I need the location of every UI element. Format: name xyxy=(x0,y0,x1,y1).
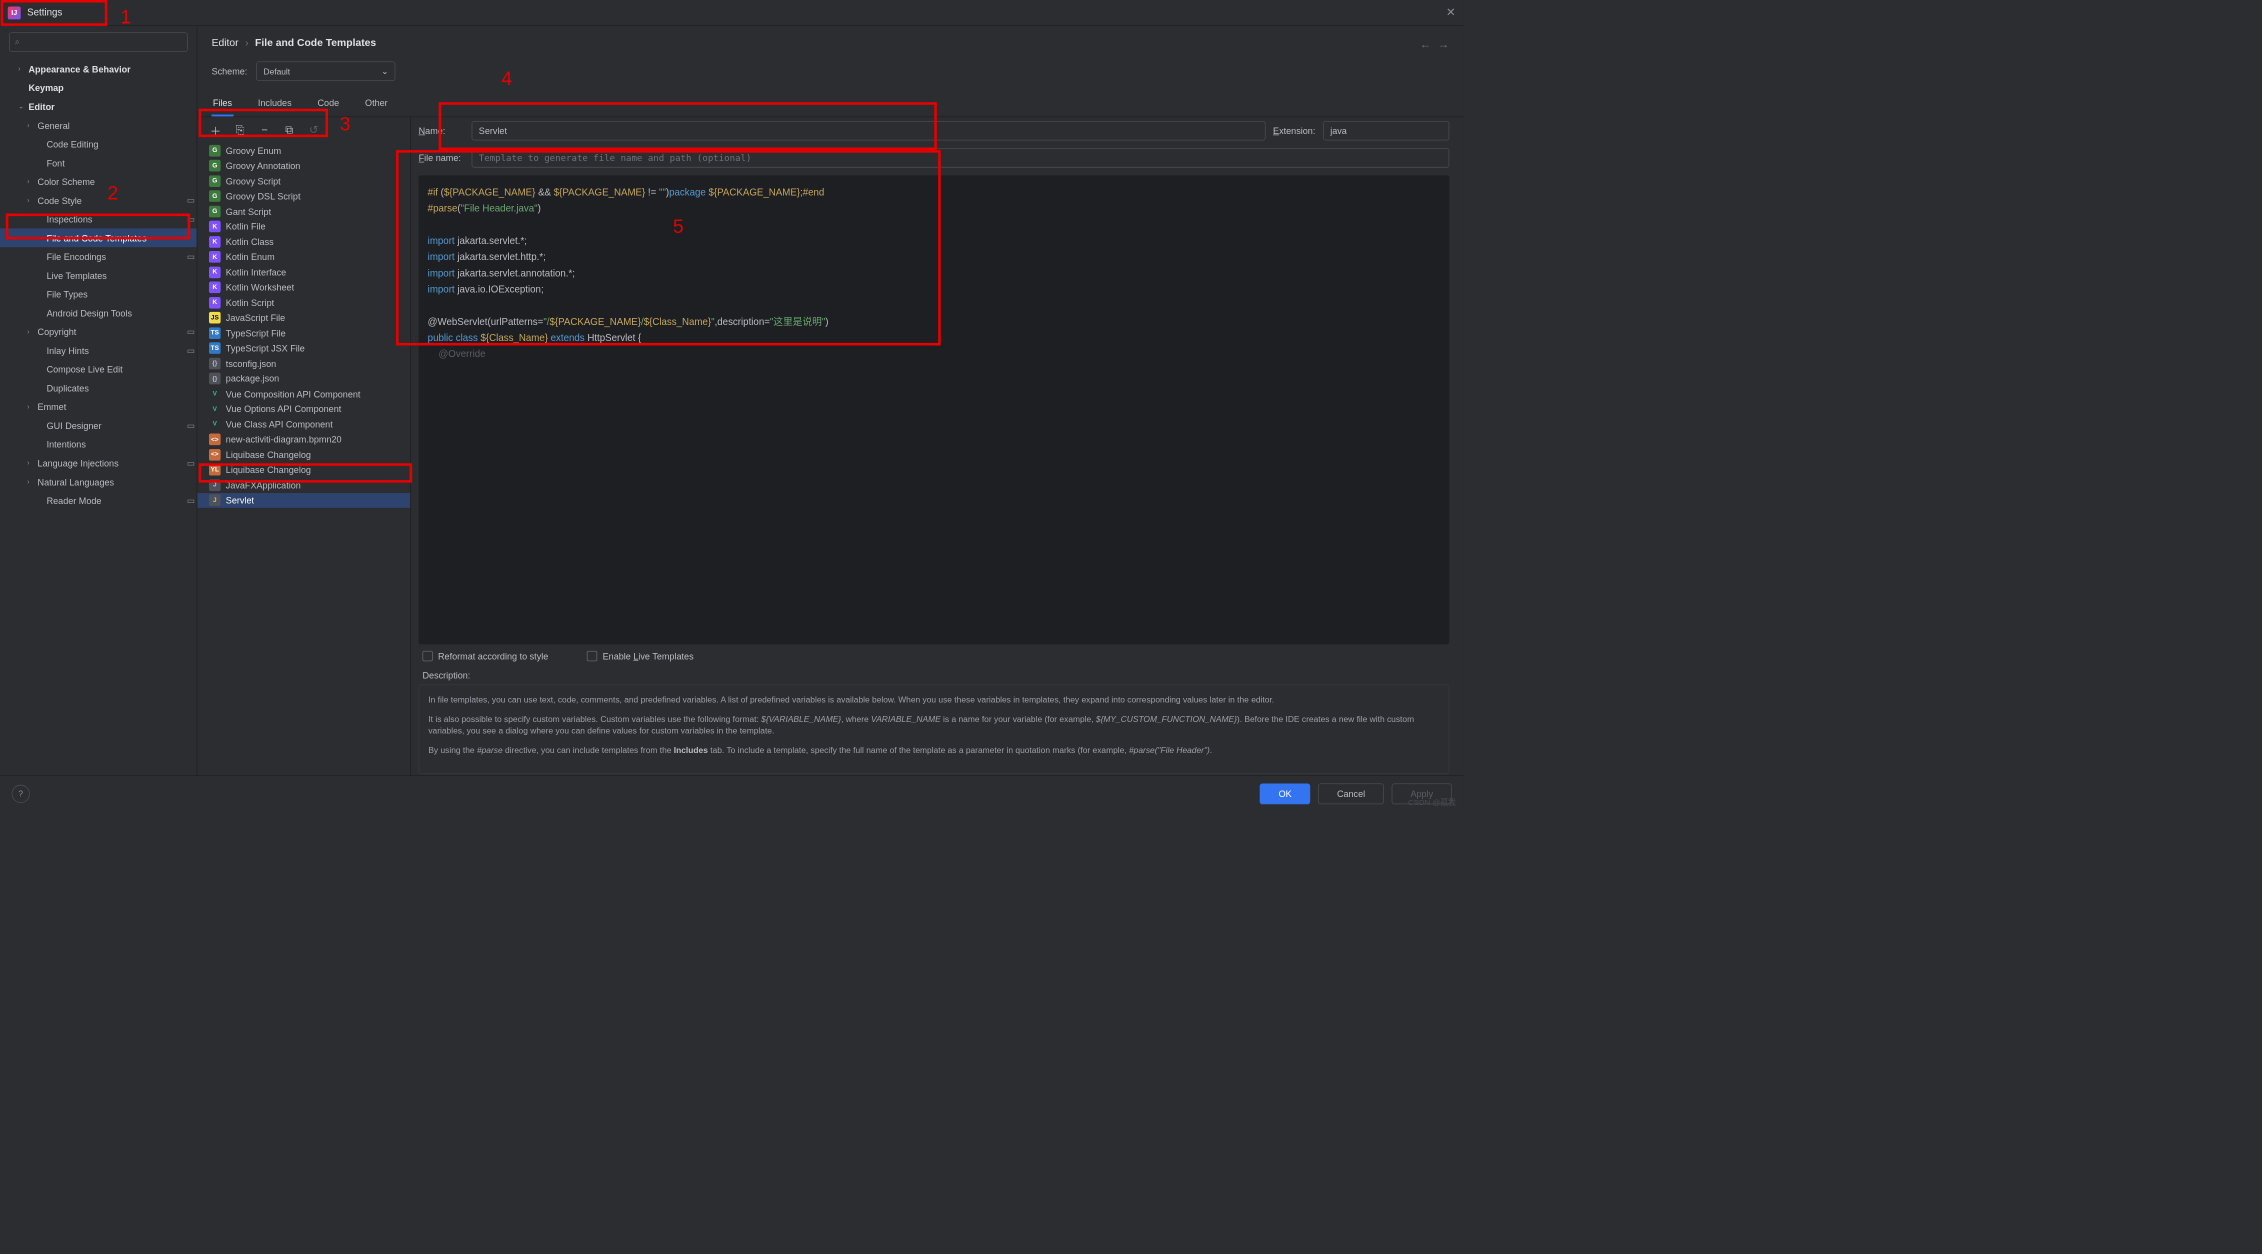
cancel-button[interactable]: Cancel xyxy=(1318,783,1384,804)
description-box: In file templates, you can use text, cod… xyxy=(419,685,1450,774)
tree-item-general[interactable]: ›General xyxy=(0,116,197,135)
template-item[interactable]: <>new-activiti-diagram.bpmn20 xyxy=(197,432,410,447)
tree-item-code-editing[interactable]: Code Editing xyxy=(0,135,197,154)
window-title: Settings xyxy=(27,7,62,18)
template-item[interactable]: KKotlin Script xyxy=(197,295,410,310)
name-input[interactable] xyxy=(472,121,1266,140)
template-item[interactable]: <>Liquibase Changelog xyxy=(197,447,410,462)
tree-item-file-and-code-templates[interactable]: File and Code Templates xyxy=(0,228,197,247)
settings-tree[interactable]: ›Appearance & BehaviorKeymap⌄Editor›Gene… xyxy=(0,57,197,775)
filename-input[interactable] xyxy=(472,148,1450,167)
template-item[interactable]: {}tsconfig.json xyxy=(197,356,410,371)
titlebar: IJ Settings ✕ xyxy=(0,0,1464,26)
tree-item-copyright[interactable]: ›Copyright▭ xyxy=(0,322,197,341)
reformat-checkbox[interactable]: Reformat according to style xyxy=(422,651,548,661)
remove-button[interactable]: − xyxy=(256,121,274,139)
tree-item-appearance-behavior[interactable]: ›Appearance & Behavior xyxy=(0,60,197,79)
template-item[interactable]: GGroovy Enum xyxy=(197,143,410,158)
template-item[interactable]: GGroovy DSL Script xyxy=(197,189,410,204)
template-item[interactable]: VVue Composition API Component xyxy=(197,386,410,401)
tree-item-android-design-tools[interactable]: Android Design Tools xyxy=(0,303,197,322)
watermark: CSDN @孤我 xyxy=(1408,796,1456,807)
template-item[interactable]: VVue Options API Component xyxy=(197,401,410,416)
tree-item-inlay-hints[interactable]: Inlay Hints▭ xyxy=(0,341,197,360)
template-item[interactable]: KKotlin Worksheet xyxy=(197,280,410,295)
copy-button[interactable]: ⧉ xyxy=(280,121,298,139)
tab-code[interactable]: Code xyxy=(316,93,340,117)
template-item[interactable]: YLLiquibase Changelog xyxy=(197,462,410,477)
template-code-editor[interactable]: #if (${PACKAGE_NAME} && ${PACKAGE_NAME} … xyxy=(419,175,1450,644)
tree-item-live-templates[interactable]: Live Templates xyxy=(0,266,197,285)
tree-item-file-types[interactable]: File Types xyxy=(0,285,197,304)
help-button[interactable]: ? xyxy=(12,784,30,802)
tree-item-code-style[interactable]: ›Code Style▭ xyxy=(0,191,197,210)
tab-files[interactable]: Files xyxy=(212,93,234,117)
tabs: Files Includes Code Other xyxy=(197,93,1463,118)
search-icon: ⌕ xyxy=(15,37,20,47)
ok-button[interactable]: OK xyxy=(1260,783,1311,804)
description-label: Description: xyxy=(411,664,1457,683)
filename-label: File name: xyxy=(419,153,464,163)
template-item[interactable]: KKotlin Interface xyxy=(197,265,410,280)
tree-item-compose-live-edit[interactable]: Compose Live Edit xyxy=(0,360,197,379)
extension-label: Extension: xyxy=(1273,126,1315,136)
template-item[interactable]: TSTypeScript JSX File xyxy=(197,341,410,356)
template-item[interactable]: GGant Script xyxy=(197,204,410,219)
tree-item-inspections[interactable]: Inspections▭ xyxy=(0,210,197,229)
search-input[interactable]: ⌕ xyxy=(9,32,188,51)
tree-item-file-encodings[interactable]: File Encodings▭ xyxy=(0,247,197,266)
breadcrumb: Editor›File and Code Templates ← → xyxy=(197,26,1463,55)
tree-item-editor[interactable]: ⌄Editor xyxy=(0,97,197,116)
template-item[interactable]: GGroovy Script xyxy=(197,173,410,188)
template-list[interactable]: GGroovy EnumGGroovy AnnotationGGroovy Sc… xyxy=(197,143,410,775)
revert-button: ↺ xyxy=(305,121,323,139)
template-item[interactable]: KKotlin Enum xyxy=(197,249,410,264)
add-child-button[interactable]: ⎘ xyxy=(231,121,249,139)
app-icon: IJ xyxy=(8,6,21,19)
template-item[interactable]: TSTypeScript File xyxy=(197,325,410,340)
template-item[interactable]: VVue Class API Component xyxy=(197,417,410,432)
tree-item-reader-mode[interactable]: Reader Mode▭ xyxy=(0,491,197,510)
tree-item-gui-designer[interactable]: GUI Designer▭ xyxy=(0,416,197,435)
tab-includes[interactable]: Includes xyxy=(257,93,293,117)
tree-item-natural-languages[interactable]: ›Natural Languages xyxy=(0,472,197,491)
template-item[interactable]: {}package.json xyxy=(197,371,410,386)
tree-item-language-injections[interactable]: ›Language Injections▭ xyxy=(0,454,197,473)
template-item[interactable]: KKotlin File xyxy=(197,219,410,234)
tree-item-emmet[interactable]: ›Emmet xyxy=(0,397,197,416)
tree-item-font[interactable]: Font xyxy=(0,153,197,172)
extension-input[interactable] xyxy=(1323,121,1449,140)
template-item[interactable]: JSJavaScript File xyxy=(197,310,410,325)
live-templates-checkbox[interactable]: Enable Live Templates xyxy=(587,651,694,661)
tree-item-color-scheme[interactable]: ›Color Scheme xyxy=(0,172,197,191)
tree-item-keymap[interactable]: Keymap xyxy=(0,78,197,97)
scheme-label: Scheme: xyxy=(212,66,248,76)
template-item[interactable]: JJavaFXApplication xyxy=(197,477,410,492)
template-item[interactable]: KKotlin Class xyxy=(197,234,410,249)
template-item[interactable]: JServlet xyxy=(197,493,410,508)
tree-item-intentions[interactable]: Intentions xyxy=(0,435,197,454)
close-icon[interactable]: ✕ xyxy=(1446,6,1456,20)
template-item[interactable]: GGroovy Annotation xyxy=(197,158,410,173)
scheme-select[interactable]: Default⌄ xyxy=(256,61,395,80)
chevron-down-icon: ⌄ xyxy=(381,66,388,76)
template-toolbar: ＋ ⎘ − ⧉ ↺ xyxy=(197,117,410,143)
tree-item-duplicates[interactable]: Duplicates xyxy=(0,378,197,397)
tab-other[interactable]: Other xyxy=(364,93,389,117)
add-button[interactable]: ＋ xyxy=(206,121,224,139)
name-label: Name: xyxy=(419,126,464,136)
